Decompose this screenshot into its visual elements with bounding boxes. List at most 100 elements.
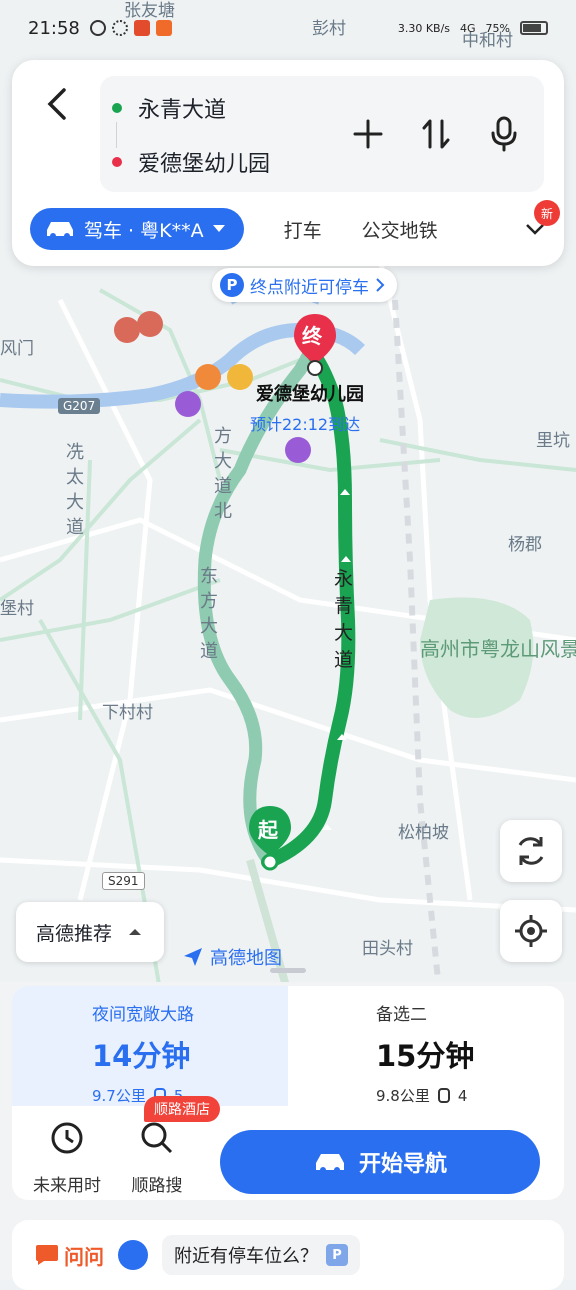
destination-marker-label: 终 xyxy=(302,324,322,348)
hotel-along-badge[interactable]: 顺路酒店 xyxy=(144,1096,220,1122)
tab-transit[interactable]: 公交地铁 xyxy=(362,216,438,243)
shopping-poi-icon[interactable] xyxy=(284,436,312,466)
start-navigation-label: 开始导航 xyxy=(358,1152,447,1177)
add-waypoint-button[interactable] xyxy=(348,114,388,154)
end-dot-icon xyxy=(112,157,122,167)
map-label-scenic-area: 高州市粤龙山风景区 xyxy=(420,637,576,661)
caret-down-icon xyxy=(212,225,225,232)
new-badge: 新 xyxy=(534,200,560,226)
swap-button[interactable] xyxy=(416,114,456,154)
route-1-name: 夜间宽敞大路 xyxy=(92,1005,194,1025)
route-option-2[interactable]: 备选二 15分钟 9.8公里 4 xyxy=(288,986,564,1106)
provider-logo: 高德地图 xyxy=(182,944,282,970)
road-shield-g207: G207 xyxy=(58,398,101,414)
destination-name: 爱德堡幼儿园 xyxy=(256,384,364,405)
ask-brand: 问问 xyxy=(34,1241,104,1270)
clock-icon xyxy=(51,1122,83,1154)
provider-name: 高德地图 xyxy=(210,948,282,969)
end-location: 爱德堡幼儿园 xyxy=(138,152,271,177)
sort-preference-label: 高德推荐 xyxy=(36,922,113,945)
start-dot-icon xyxy=(112,103,122,113)
assistant-avatar xyxy=(118,1240,148,1270)
system-icons: 3.30 KB/s 4G 75% xyxy=(398,21,548,35)
search-along-label: 顺路搜 xyxy=(131,1176,183,1196)
pet-app-icon xyxy=(111,20,128,36)
locate-me-button[interactable] xyxy=(500,900,562,962)
sheet-drag-handle[interactable] xyxy=(270,968,306,973)
route-action-bar: 未来用时 顺路搜 顺路酒店 开始导航 xyxy=(12,1096,564,1200)
notification-icons xyxy=(89,20,172,36)
shop-app-icon xyxy=(155,20,172,36)
start-location: 永青大道 xyxy=(138,98,227,123)
plus-icon xyxy=(353,119,383,149)
swap-icon xyxy=(422,119,450,149)
voice-input-button[interactable] xyxy=(484,114,524,154)
start-field[interactable]: 永青大道 xyxy=(112,86,226,130)
search-along-button[interactable]: 顺路搜 xyxy=(112,1110,202,1196)
future-time-button[interactable]: 未来用时 xyxy=(22,1110,112,1196)
route-1-distance: 9.7公里 xyxy=(92,1087,146,1105)
refresh-route-button[interactable] xyxy=(500,820,562,882)
route-2-duration: 15分钟 xyxy=(376,1039,475,1073)
route-2-lights: 4 xyxy=(457,1086,468,1105)
route-input-box: 永青大道 爱德堡幼儿园 xyxy=(100,76,544,192)
suggested-question[interactable]: 附近有停车位么？ P xyxy=(162,1235,360,1275)
traffic-light-icon xyxy=(437,1088,450,1103)
status-time: 21:58 xyxy=(28,17,80,39)
tab-taxi[interactable]: 打车 xyxy=(284,216,322,243)
chevron-left-icon xyxy=(47,88,66,120)
parking-tip-button[interactable]: P 终点附近可停车 xyxy=(212,268,397,302)
refresh-icon xyxy=(518,837,544,865)
start-navigation-button[interactable]: 开始导航 xyxy=(220,1130,540,1194)
chevron-right-icon xyxy=(376,278,385,292)
map-label-fengmen: 风门 xyxy=(0,339,34,359)
map-label-xiacuncun: 下村村 xyxy=(102,703,153,723)
map-road-dongfang: 东方大道 xyxy=(200,566,218,662)
back-button[interactable] xyxy=(40,84,76,124)
destination-eta: 预计22:12到达 xyxy=(250,415,361,434)
route-2-name: 备选二 xyxy=(376,1005,427,1025)
net-speed: 3.30 KB/s xyxy=(397,21,451,35)
end-field[interactable]: 爱德堡幼儿园 xyxy=(112,140,270,184)
travel-mode-tabs: 驾车 · 粤K**A 打车 公交地铁 新 xyxy=(30,200,560,252)
car-icon xyxy=(315,1154,344,1173)
map-label-tiantoucun: 田头村 xyxy=(362,939,413,959)
car-icon xyxy=(47,222,73,239)
parking-tip-text: 终点附近可停车 xyxy=(250,277,369,298)
bottom-sheet: 夜间宽敞大路 14分钟 9.7公里 5 备选二 15分钟 9.8公里 4 未来用… xyxy=(0,982,576,1290)
tab-drive-label: 驾车 · 粤K**A xyxy=(84,219,204,242)
map-label-yangjun: 杨郡 xyxy=(508,535,542,555)
map-label-jiancun: 堡村 xyxy=(0,599,34,619)
map-road-dongfang-north: 方大道北 xyxy=(214,426,232,522)
tab-drive[interactable]: 驾车 · 粤K**A xyxy=(30,208,244,250)
map-road-yongqing: 永青大道 xyxy=(334,568,354,671)
app-k-icon xyxy=(89,20,106,36)
battery-icon xyxy=(520,21,548,35)
map-road-xiantai: 冼太大道 xyxy=(66,442,84,538)
battery-percent: 75% xyxy=(485,21,510,35)
news-app-icon xyxy=(133,20,150,36)
route-planner-card: 永青大道 爱德堡幼儿园 驾车 · 粤K**A 打车 公交地铁 新 xyxy=(12,60,564,266)
route-2-distance: 9.8公里 xyxy=(376,1087,430,1105)
amap-logo-icon xyxy=(184,948,202,966)
locate-icon xyxy=(515,915,547,947)
future-time-label: 未来用时 xyxy=(33,1176,101,1196)
microphone-icon xyxy=(491,116,517,152)
parking-icon: P xyxy=(220,273,244,297)
suggested-question-text: 附近有停车位么？ xyxy=(174,1246,318,1267)
route-actions xyxy=(348,114,524,154)
chat-bubble-icon xyxy=(36,1245,58,1265)
more-modes-button[interactable]: 新 xyxy=(520,200,560,244)
route-options: 夜间宽敞大路 14分钟 9.7公里 5 备选二 15分钟 9.8公里 4 未来用… xyxy=(12,986,564,1200)
start-marker-label: 起 xyxy=(258,818,278,842)
route-1-duration: 14分钟 xyxy=(92,1039,191,1073)
caret-up-icon xyxy=(129,929,142,935)
network-type: 4G xyxy=(460,21,476,35)
parking-icon: P xyxy=(326,1244,348,1266)
poi-icons-cluster[interactable] xyxy=(112,308,172,352)
map-label-songbaipo: 松柏坡 xyxy=(398,823,449,843)
route-option-1[interactable]: 夜间宽敞大路 14分钟 9.7公里 5 xyxy=(12,986,288,1106)
search-icon xyxy=(141,1122,173,1154)
sort-preference-button[interactable]: 高德推荐 xyxy=(16,902,164,962)
map-label-likeng: 里坑 xyxy=(536,431,570,451)
